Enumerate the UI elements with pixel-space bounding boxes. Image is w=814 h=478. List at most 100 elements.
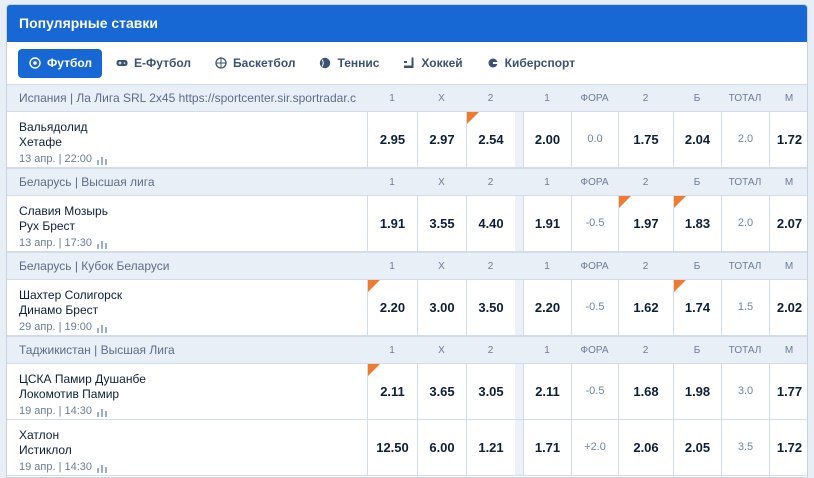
match-teams[interactable]: Славия Мозырь Рух Брест 13 апр. | 17:30 [19, 204, 108, 251]
odds-button[interactable]: 3.65 [417, 364, 466, 419]
league-name: Испания | Ла Лига SRL 2x45 https://sport… [19, 91, 356, 105]
odds-button[interactable]: 1.91 [523, 196, 571, 251]
column-header: Б [693, 93, 701, 104]
team-1: Вальядолид [19, 120, 88, 134]
odds-button[interactable]: 3.55 [417, 196, 466, 251]
tab-4[interactable]: Хоккей [392, 49, 472, 78]
odds-button[interactable]: 1.74 [673, 280, 721, 335]
tab-1[interactable]: Е-Футбол [105, 49, 201, 78]
odds-button[interactable]: 2.97 [417, 112, 466, 167]
panel-title: Популярные ставки [7, 5, 807, 42]
league-name: Беларусь | Высшая лига [19, 175, 155, 189]
tab-label: Е-Футбол [134, 56, 192, 70]
league-header: Беларусь | Кубок Беларуси 1 X 2 1 ФОРА 2 Б ТОТАЛ… [7, 252, 807, 280]
esports-icon [486, 56, 500, 70]
odds-button[interactable]: 3.00 [417, 280, 466, 335]
odds-button[interactable]: 6.00 [417, 420, 466, 475]
column-header: 1 [544, 93, 550, 104]
odds-button[interactable]: 1.72 [769, 420, 807, 475]
odds-button[interactable]: 2.11 [367, 364, 417, 419]
tab-5[interactable]: Киберспорт [476, 49, 585, 78]
odds-button[interactable]: 1.77 [769, 364, 807, 419]
odds-button[interactable]: 2.20 [367, 280, 417, 335]
column-header: Б [693, 345, 701, 356]
match-date: 19 апр. | 14:30 [19, 405, 93, 417]
column-gap [515, 364, 523, 419]
odds-button[interactable]: 3.50 [466, 280, 515, 335]
column-header: X [438, 261, 445, 272]
odds-button[interactable]: 2.06 [618, 420, 673, 475]
match-teams[interactable]: ЦСКА Памир Душанбе Локомотив Памир 19 апр.… [19, 372, 146, 419]
odds-button[interactable]: 1.72 [769, 112, 807, 167]
odds-button[interactable]: 1.62 [618, 280, 673, 335]
column-header: 2 [487, 177, 494, 188]
column-header: М [784, 177, 794, 188]
statistics-icon[interactable] [97, 239, 108, 249]
team-1: Шахтер Солигорск [19, 288, 123, 302]
team-2: Динамо Брест [19, 303, 99, 317]
odds-button[interactable]: 1.91 [367, 196, 417, 251]
column-header: 2 [642, 345, 649, 356]
odds-button[interactable]: 2.00 [523, 112, 571, 167]
column-header: 2 [487, 93, 494, 104]
column-gap [515, 112, 523, 167]
column-header: ТОТАЛ [728, 261, 762, 272]
column-header: ТОТАЛ [728, 177, 762, 188]
tab-label: Киберспорт [504, 56, 576, 70]
column-gap [515, 280, 523, 335]
gamepad-icon [115, 56, 129, 70]
league-header: Испания | Ла Лига SRL 2x45 https://sport… [7, 84, 807, 112]
statistics-icon[interactable] [97, 463, 108, 473]
tab-3[interactable]: Теннис [308, 49, 389, 78]
column-header: 1 [389, 177, 395, 188]
tab-0[interactable]: Футбол [18, 48, 103, 78]
column-header: Б [693, 261, 701, 272]
match-date: 13 апр. | 22:00 [19, 153, 93, 165]
odds-button[interactable]: 1.71 [523, 420, 571, 475]
odds-button[interactable]: 2.20 [523, 280, 571, 335]
statistics-icon[interactable] [97, 407, 108, 417]
team-2: Рух Брест [19, 219, 76, 233]
odds-button[interactable]: 2.02 [769, 280, 807, 335]
handicap-value: 2.0 [721, 196, 769, 251]
statistics-icon[interactable] [97, 155, 108, 165]
odds-button[interactable]: 4.40 [466, 196, 515, 251]
odds-button[interactable]: 1.75 [618, 112, 673, 167]
tab-label: Баскетбол [233, 56, 296, 70]
match-teams[interactable]: Вальядолид Хетафе 13 апр. | 22:00 [19, 120, 108, 167]
column-header: 1 [544, 177, 550, 188]
odds-button[interactable]: 2.05 [673, 420, 721, 475]
match-row[interactable]: Шахтер Солигорск Динамо Брест 29 апр. | 19… [7, 280, 807, 336]
match-row[interactable]: Славия Мозырь Рух Брест 13 апр. | 17:30 1.9… [7, 196, 807, 252]
odds-button[interactable]: 1.83 [673, 196, 721, 251]
odds-button[interactable]: 12.50 [367, 420, 417, 475]
odds-button[interactable]: 2.95 [367, 112, 417, 167]
match-row[interactable]: Хатлон Истиклол 19 апр. | 14:30 12.50 6.00 1.… [7, 420, 807, 476]
odds-button[interactable]: 1.97 [618, 196, 673, 251]
handicap-value: 3.0 [721, 364, 769, 419]
column-header: 1 [544, 261, 550, 272]
odds-button[interactable]: 1.98 [673, 364, 721, 419]
league-name: Беларусь | Кубок Беларуси [19, 259, 170, 273]
column-header: М [784, 345, 794, 356]
tab-2[interactable]: Баскетбол [204, 49, 305, 78]
match-teams[interactable]: Шахтер Солигорск Динамо Брест 29 апр. | 19… [19, 288, 122, 335]
column-header: ТОТАЛ [728, 93, 762, 104]
odds-button[interactable]: 2.11 [523, 364, 571, 419]
match-row[interactable]: Вальядолид Хетафе 13 апр. | 22:00 2.95 2.97 2… [7, 112, 807, 168]
odds-button[interactable]: 2.04 [673, 112, 721, 167]
odds-button[interactable]: 1.21 [466, 420, 515, 475]
odds-button[interactable]: 2.54 [466, 112, 515, 167]
handicap-value: 3.5 [721, 420, 769, 475]
statistics-icon[interactable] [97, 323, 108, 333]
odds-button[interactable]: 2.07 [769, 196, 807, 251]
odds-button[interactable]: 3.05 [466, 364, 515, 419]
match-date: 19 апр. | 14:30 [19, 461, 93, 473]
team-2: Истиклол [19, 443, 72, 457]
handicap-value: 2.0 [721, 112, 769, 167]
match-teams[interactable]: Хатлон Истиклол 19 апр. | 14:30 [19, 428, 108, 475]
column-header: X [438, 177, 445, 188]
match-row[interactable]: ЦСКА Памир Душанбе Локомотив Памир 19 апр.… [7, 364, 807, 420]
column-header: 2 [487, 345, 494, 356]
odds-button[interactable]: 1.68 [618, 364, 673, 419]
